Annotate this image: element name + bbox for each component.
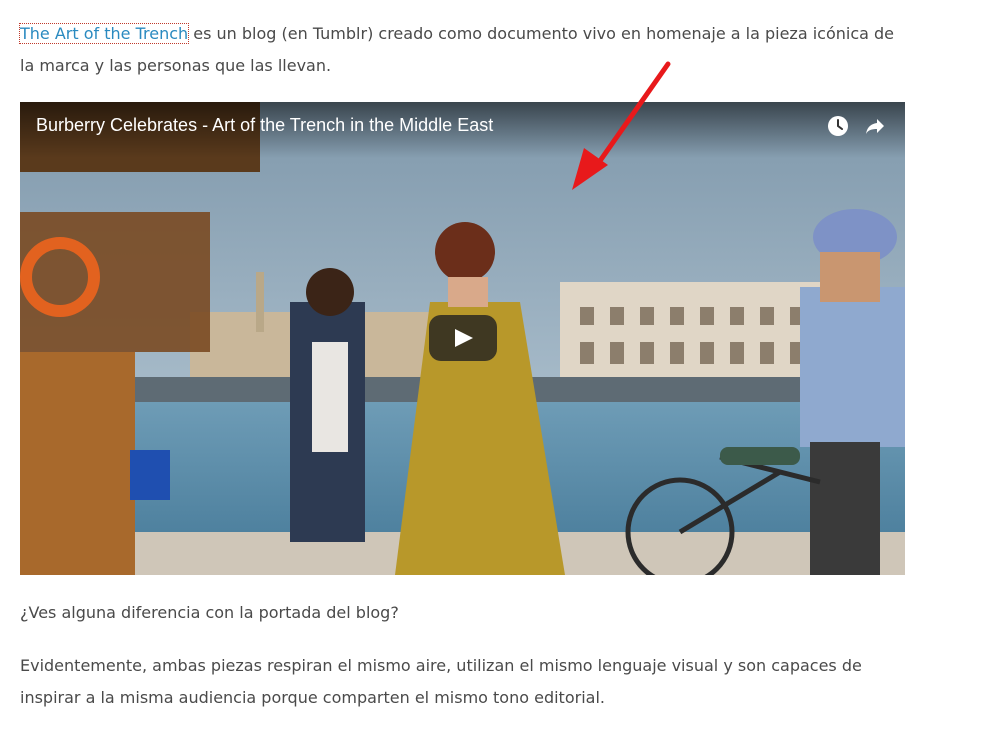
video-title-bar: Burberry Celebrates - Art of the Trench … <box>20 102 905 158</box>
share-icon[interactable] <box>863 114 887 138</box>
play-button[interactable] <box>429 315 497 361</box>
intro-paragraph: The Art of the Trench es un blog (en Tum… <box>18 18 910 82</box>
play-icon <box>455 329 473 347</box>
art-of-the-trench-link[interactable]: The Art of the Trench <box>18 23 190 44</box>
question-paragraph: ¿Ves alguna diferencia con la portada de… <box>20 603 399 622</box>
clock-icon[interactable] <box>826 114 850 138</box>
video-player[interactable]: Burberry Celebrates - Art of the Trench … <box>20 102 905 575</box>
conclusion-paragraph: Evidentemente, ambas piezas respiran el … <box>20 656 862 707</box>
video-title[interactable]: Burberry Celebrates - Art of the Trench … <box>36 115 493 136</box>
